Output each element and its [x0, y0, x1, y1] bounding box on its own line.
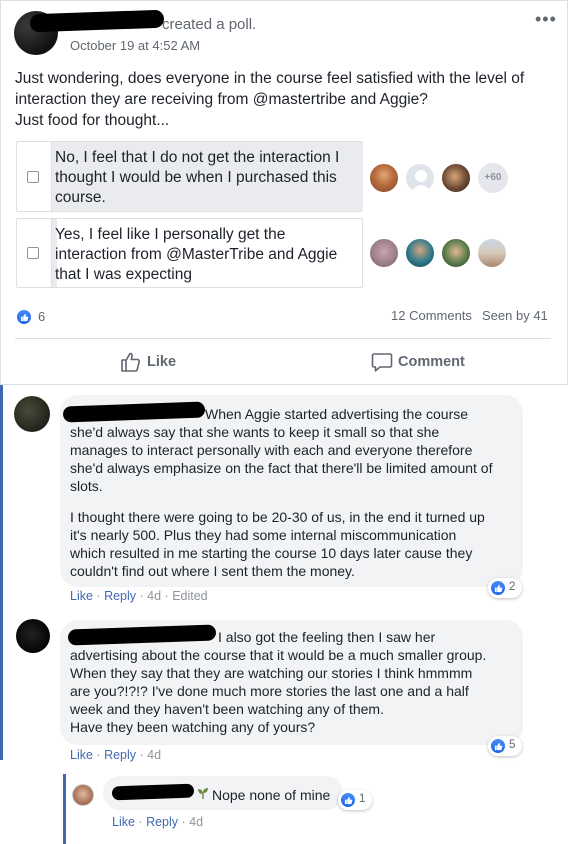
comment-line: which resulted in me starting the course…	[70, 545, 473, 561]
voter-avatar[interactable]	[405, 238, 435, 268]
post-line: Just food for thought...	[15, 112, 170, 129]
comment-line: advertising about the course that it wou…	[70, 647, 487, 663]
comment-text-first-line: When Aggie started advertising the cours…	[205, 406, 469, 422]
poll-divider	[51, 219, 52, 287]
speech-bubble-icon	[371, 353, 393, 372]
poll-option-yes[interactable]: Yes, I feel like I personally get the in…	[16, 218, 363, 288]
comment-reaction-count: 5	[509, 739, 516, 751]
comment-age[interactable]: 4d	[147, 589, 161, 603]
seen-by-count[interactable]: Seen by 41	[482, 308, 548, 323]
comment-actions: Like · Reply · 4d	[70, 748, 162, 762]
thread-indicator	[0, 385, 3, 760]
post-body: Just wondering, does everyone in the cou…	[15, 68, 555, 131]
reply-actions: Like · Reply · 4d	[112, 815, 204, 829]
more-options-icon[interactable]: •••	[535, 10, 557, 28]
like-reaction-icon	[340, 792, 356, 808]
comment-like-link[interactable]: Like	[70, 748, 93, 762]
commenter-avatar[interactable]	[16, 619, 50, 653]
post-action-text: created a poll.	[162, 16, 257, 33]
poll-option-line: thought I would be when I purchased this	[55, 169, 337, 186]
comment-line: couldn't find out where I sent them the …	[70, 563, 355, 579]
poll-option-line: that I was expecting	[55, 266, 192, 283]
poll-option-text: Yes, I feel like I personally get the in…	[55, 225, 337, 285]
like-reaction-icon	[490, 738, 506, 754]
comment-line: manages to interact personally with each…	[70, 442, 473, 458]
reply-text: Nope none of mine	[212, 787, 331, 803]
reaction-count[interactable]: 6	[38, 309, 45, 324]
comment-line: week and they haven't been watching any …	[70, 701, 384, 717]
comment-line: she'd always say that she wants to keep …	[70, 424, 440, 440]
like-reaction-icon	[490, 580, 506, 596]
poll-option-line: course.	[55, 189, 106, 206]
poll-option-text: No, I feel that I do not get the interac…	[55, 148, 339, 208]
comment-text: she'd always say that she wants to keep …	[70, 423, 492, 495]
like-button[interactable]: Like	[120, 351, 190, 373]
poll-checkbox[interactable]	[27, 247, 39, 259]
reply-reaction-count: 1	[359, 793, 366, 805]
comment-edited-label[interactable]: Edited	[172, 589, 207, 603]
comment-reply-link[interactable]: Reply	[104, 589, 136, 603]
comment-line: are you?!?!? I've done much more stories…	[70, 683, 469, 699]
comment-button-label: Comment	[398, 354, 465, 370]
comment-actions: Like · Reply · 4d · Edited	[70, 589, 208, 603]
more-voters-badge[interactable]: +60	[478, 163, 508, 193]
commenter-avatar[interactable]	[14, 396, 50, 432]
reply-reaction-badge[interactable]: 1	[338, 790, 372, 810]
comment-line: Have they been watching any of yours?	[70, 719, 316, 735]
comment-reply-link[interactable]: Reply	[104, 748, 136, 762]
thumbs-up-icon	[121, 352, 141, 372]
post-line: Just wondering, does everyone in the cou…	[15, 70, 525, 87]
voter-avatar[interactable]	[441, 238, 471, 268]
voter-avatar-default[interactable]	[405, 163, 435, 193]
seedling-emoji-icon	[196, 786, 210, 800]
comment-like-link[interactable]: Like	[70, 589, 93, 603]
comment-button[interactable]: Comment	[371, 351, 481, 373]
comment-reaction-count: 2	[509, 581, 516, 593]
comment-text-first-line: I also got the feeling then I saw her	[218, 629, 436, 645]
comment-line: it's nearly 500. Plus they had some inte…	[70, 527, 457, 543]
poll-divider	[51, 142, 52, 211]
comments-count-link[interactable]: 12 Comments	[391, 308, 472, 323]
reply-age[interactable]: 4d	[189, 815, 203, 829]
redacted-reply-author	[111, 783, 195, 801]
like-reaction-icon[interactable]	[16, 309, 32, 325]
voter-avatar[interactable]	[369, 238, 399, 268]
comment-reaction-badge[interactable]: 2	[488, 578, 522, 598]
comment-age[interactable]: 4d	[147, 748, 161, 762]
post-line: interaction they are receiving from @mas…	[15, 91, 428, 108]
voter-avatar[interactable]	[441, 163, 471, 193]
comment-line: When they say that they are watching our…	[70, 665, 473, 681]
poll-option-line: Yes, I feel like I personally get the	[55, 226, 286, 243]
poll-option-no[interactable]: No, I feel that I do not get the interac…	[16, 141, 363, 212]
poll-checkbox[interactable]	[27, 171, 39, 183]
comment-text: I thought there were going to be 20-30 o…	[70, 508, 485, 580]
post-timestamp[interactable]: October 19 at 4:52 AM	[70, 38, 200, 53]
voter-avatar[interactable]	[477, 238, 507, 268]
reply-reply-link[interactable]: Reply	[146, 815, 178, 829]
like-button-label: Like	[147, 354, 177, 370]
poll-option-line: interaction from @MasterTribe and Aggie	[55, 246, 338, 263]
divider	[15, 338, 551, 339]
reply-thread-indicator	[63, 774, 66, 844]
reply-author-avatar[interactable]	[72, 784, 94, 806]
voter-avatar[interactable]	[369, 163, 399, 193]
poll-option-line: No, I feel that I do not get the interac…	[55, 149, 340, 166]
comment-line: she'd always emphasize on the fact that …	[70, 460, 493, 476]
reply-like-link[interactable]: Like	[112, 815, 135, 829]
comment-line: I thought there were going to be 20-30 o…	[70, 509, 485, 525]
comment-text: advertising about the course that it wou…	[70, 646, 486, 736]
comment-reaction-badge[interactable]: 5	[488, 736, 522, 756]
comment-line: slots.	[70, 478, 103, 494]
